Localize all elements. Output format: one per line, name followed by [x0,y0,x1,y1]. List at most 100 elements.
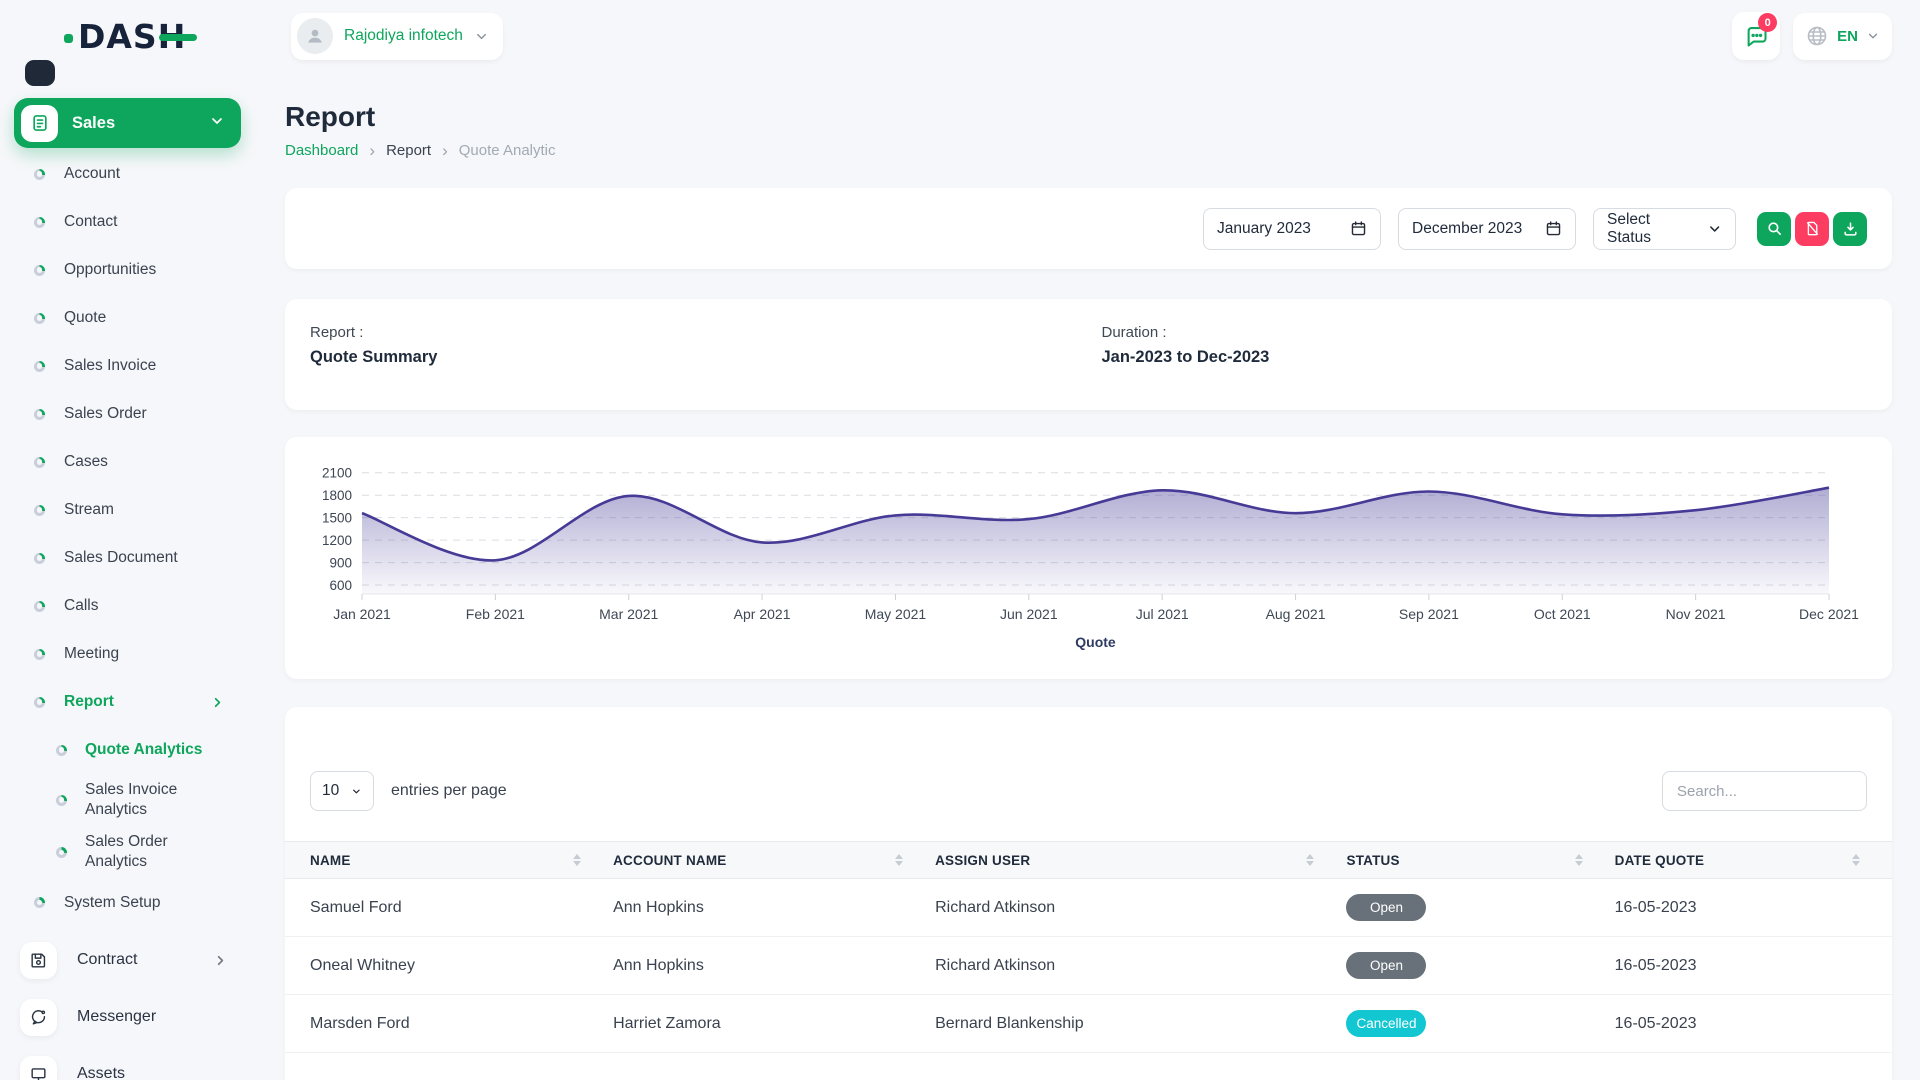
sort-icon[interactable] [1852,854,1860,866]
sidebar-item-cases[interactable]: Cases [0,438,258,486]
clear-filter-icon [1804,220,1821,237]
logo-bar [159,34,197,41]
svg-text:Aug 2021: Aug 2021 [1266,606,1326,622]
sidebar-item-assets[interactable]: Assets [0,1046,258,1080]
company-name: Rajodiya infotech [344,27,463,45]
svg-text:2100: 2100 [322,466,352,481]
apply-filter-button[interactable] [1757,212,1791,246]
svg-text:Jun 2021: Jun 2021 [1000,606,1058,622]
sidebar-item-label: Assets [77,1065,125,1080]
app-root: DASH Rajodiya infotech 0 EN [0,0,1920,1080]
sidebar-item-label: System Setup [64,894,161,912]
chevron-down-icon [1707,221,1722,237]
sidebar-item-sales-order[interactable]: Sales Order [0,390,258,438]
page-title: Report [285,101,1892,133]
svg-text:May 2021: May 2021 [865,606,927,622]
svg-text:1200: 1200 [322,533,352,548]
download-icon [1842,220,1859,237]
column-header-status[interactable]: STATUS [1346,842,1614,879]
bullet-icon [34,649,45,660]
status-badge: Cancelled [1346,1010,1426,1037]
sidebar-item-sales-document[interactable]: Sales Document [0,534,258,582]
svg-text:Oct 2021: Oct 2021 [1534,606,1591,622]
search-input[interactable] [1662,771,1867,811]
sort-icon[interactable] [895,854,903,866]
status-select[interactable]: Select Status [1593,208,1736,250]
sidebar-item-sales-invoice-analytics[interactable]: Sales Invoice Analytics [0,774,258,826]
sidebar-item-label: Calls [64,597,98,615]
calendar-icon [1545,220,1562,237]
table-row: Marsden FordHarriet ZamoraBernard Blanke… [285,995,1892,1053]
svg-text:Jul 2021: Jul 2021 [1136,606,1189,622]
sidebar-item-calls[interactable]: Calls [0,582,258,630]
column-header-account-name[interactable]: ACCOUNT NAME [613,842,935,879]
to-month-input[interactable]: December 2023 [1398,208,1576,250]
sidebar-item-sales-invoice[interactable]: Sales Invoice [0,342,258,390]
sidebar-item-quote[interactable]: Quote [0,294,258,342]
breadcrumb-dashboard[interactable]: Dashboard [285,142,358,159]
topbar: DASH Rajodiya infotech 0 EN [0,0,1920,72]
sidebar-item-stream[interactable]: Stream [0,486,258,534]
company-selector[interactable]: Rajodiya infotech [291,13,503,60]
bullet-icon [34,897,45,908]
sidebar-item-label: Quote Analytics [85,740,202,760]
duration-value: Jan-2023 to Dec-2023 [1102,348,1868,367]
sidebar-item-contract[interactable]: Contract [0,932,258,989]
column-header-assign-user[interactable]: ASSIGN USER [935,842,1346,879]
svg-text:Sep 2021: Sep 2021 [1399,606,1459,622]
entries-per-page-select[interactable]: 10 [310,771,374,811]
cell-date-quote: 16-05-2023 [1615,879,1892,937]
sort-icon[interactable] [1575,854,1583,866]
quote-chart-card: 6009001200150018002100Jan 2021Feb 2021Ma… [285,437,1892,679]
logo-dot [64,34,73,43]
from-month-input[interactable]: January 2023 [1203,208,1381,250]
download-button[interactable] [1833,212,1867,246]
bullet-icon [34,505,45,516]
column-header-date-quote[interactable]: DATE QUOTE [1615,842,1892,879]
sidebar-bottom-menu: Contract Messenger Assets [0,932,258,1080]
bullet-icon [34,217,45,228]
cell-name: Marsden Ford [285,995,613,1053]
sort-icon[interactable] [573,854,581,866]
sidebar-peek-item[interactable] [25,60,55,86]
report-summary-card: Report : Quote Summary Duration : Jan-20… [285,299,1892,410]
sidebar-item-label: Contract [77,951,137,969]
language-selector[interactable]: EN [1793,13,1892,60]
sidebar-item-contact[interactable]: Contact [0,198,258,246]
sidebar-item-sales-order-analytics[interactable]: Sales Order Analytics [0,826,258,878]
sidebar-item-report[interactable]: Report [0,678,258,726]
chevron-down-icon [209,113,225,134]
breadcrumb-report[interactable]: Report [386,142,431,159]
reset-filter-button[interactable] [1795,212,1829,246]
bullet-icon [34,601,45,612]
sidebar-item-quote-analytics[interactable]: Quote Analytics [0,726,258,774]
sidebar-item-messenger[interactable]: Messenger [0,989,258,1046]
search-icon [1766,220,1783,237]
sidebar-item-account[interactable]: Account [0,150,258,198]
bullet-icon [34,313,45,324]
bullet-icon [56,847,67,858]
globe-icon [1805,24,1829,48]
breadcrumb-separator-icon: › [442,142,448,159]
notifications-button[interactable]: 0 [1732,12,1780,60]
sidebar-item-system-setup[interactable]: System Setup [0,879,258,927]
sidebar-item-opportunities[interactable]: Opportunities [0,246,258,294]
filter-card: January 2023 December 2023 Select Status [285,188,1892,269]
sidebar-item-label: Report [64,693,114,711]
cell-date-quote: 16-05-2023 [1615,937,1892,995]
cell-name: Oneal Whitney [285,937,613,995]
sort-icon[interactable] [1306,854,1314,866]
sidebar-group-sales[interactable]: Sales [14,98,241,148]
cell-account-name: Ann Hopkins [613,937,935,995]
main-content: Report Dashboard › Report › Quote Analyt… [258,72,1920,1080]
logo: DASH [64,15,197,57]
column-header-name[interactable]: NAME [285,842,613,879]
sidebar-item-meeting[interactable]: Meeting [0,630,258,678]
file-icon [21,105,58,142]
svg-text:1500: 1500 [322,511,352,526]
sidebar-menu: AccountContactOpportunitiesQuoteSales In… [0,148,258,927]
entries-per-page-value: 10 [322,782,339,800]
sidebar-group-label: Sales [72,114,115,133]
assets-icon [20,1056,57,1080]
chevron-down-icon [1866,29,1880,43]
